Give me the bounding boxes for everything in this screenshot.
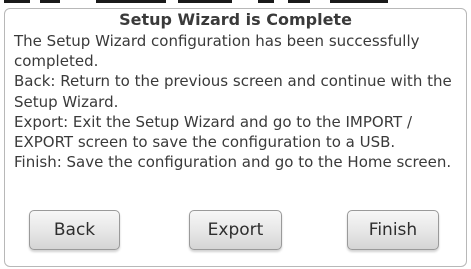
message-line-finish: Finish: Save the configuration and go to… <box>14 153 452 172</box>
message-line-completed: The Setup Wizard configuration has been … <box>14 32 420 71</box>
header-fragment <box>40 0 60 3</box>
header-fragment <box>258 0 274 3</box>
finish-button[interactable]: Finish <box>347 210 439 250</box>
dialog-title: Setup Wizard is Complete <box>119 10 352 29</box>
header-fragment <box>288 0 310 3</box>
back-button[interactable]: Back <box>29 210 120 250</box>
dialog-message: The Setup Wizard configuration has been … <box>14 31 462 172</box>
dialog-button-bar: Back Export Finish <box>5 210 466 256</box>
header-fragment <box>178 0 232 3</box>
setup-complete-dialog: Setup Wizard is Complete The Setup Wizar… <box>4 8 467 267</box>
header-fragment <box>96 0 166 3</box>
export-button[interactable]: Export <box>189 210 282 250</box>
header-strip-fragment <box>0 0 471 3</box>
header-fragment <box>4 0 30 3</box>
message-line-back: Back: Return to the previous screen and … <box>14 72 452 111</box>
header-fragment <box>330 0 388 3</box>
message-line-export: Export: Exit the Setup Wizard and go to … <box>14 112 413 152</box>
